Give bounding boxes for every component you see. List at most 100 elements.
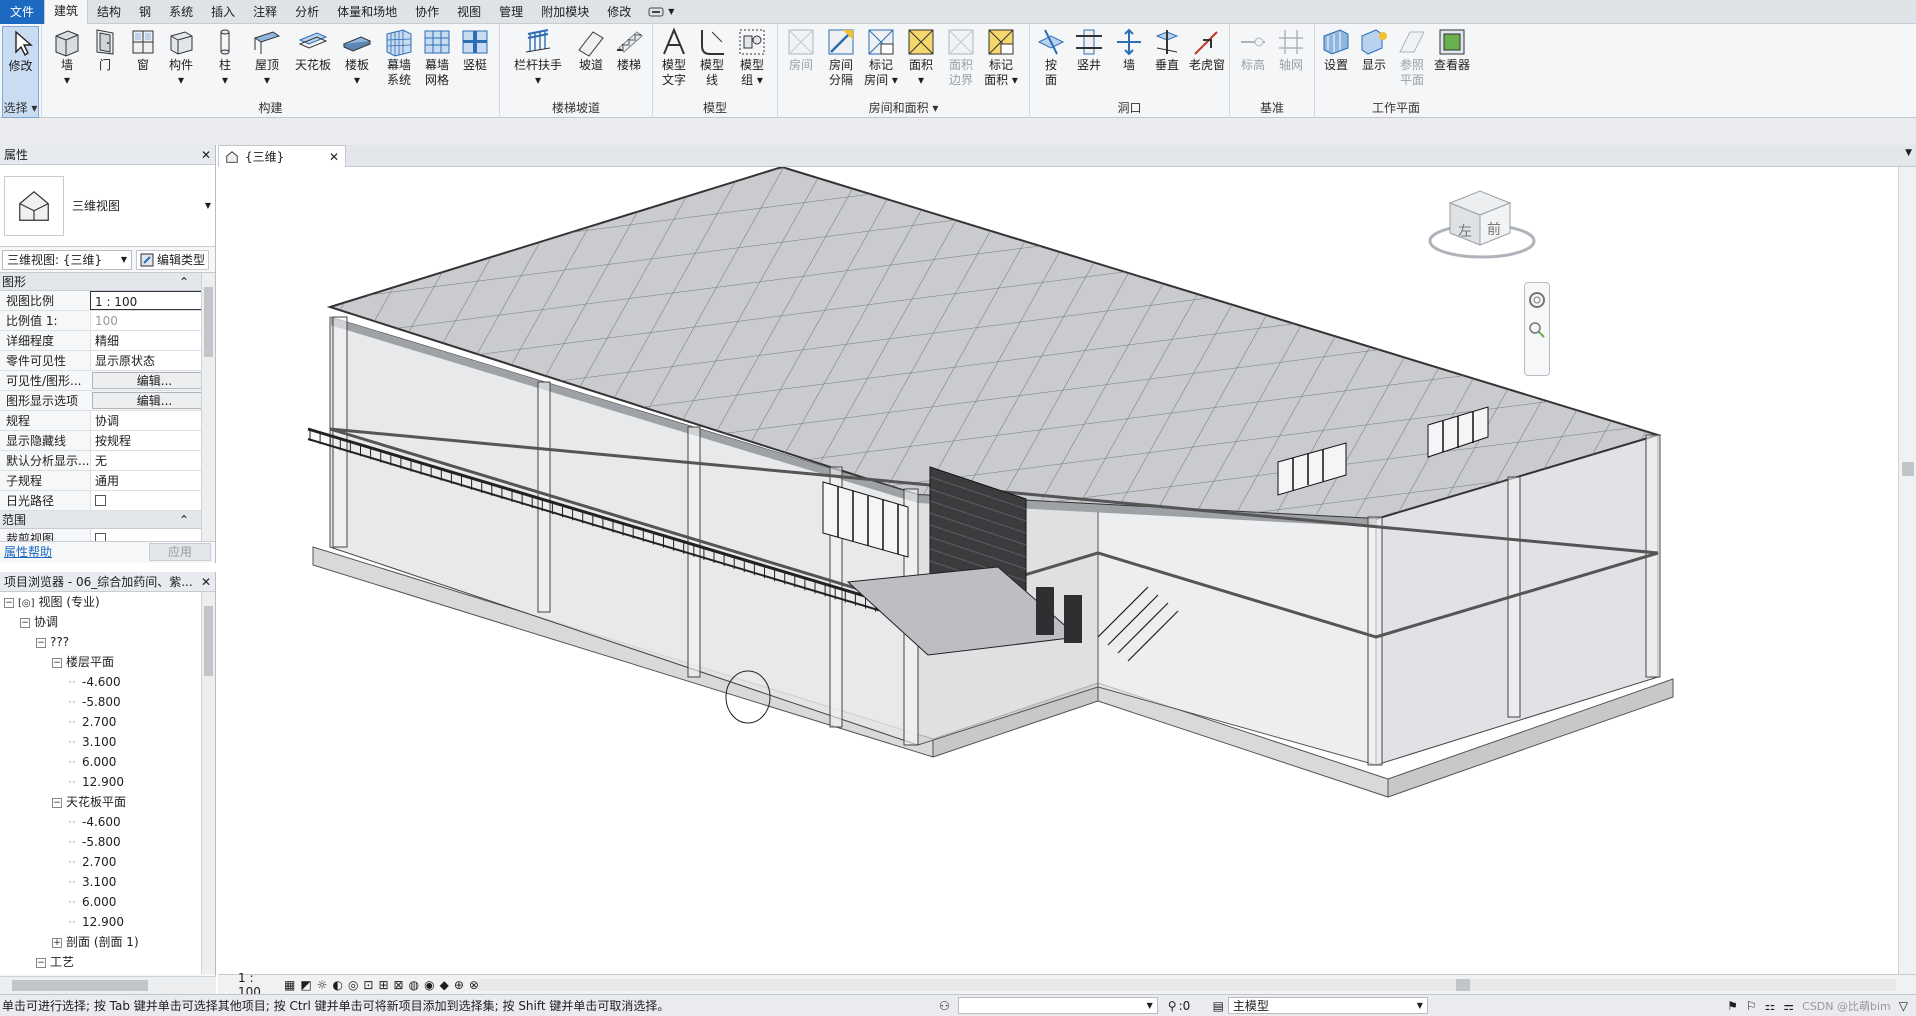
model-line-button[interactable]: 模型 线 <box>693 26 731 88</box>
component-button[interactable]: 构件 ▾ <box>162 26 200 88</box>
area-button[interactable]: 面积 ▾ <box>902 26 940 88</box>
close-icon[interactable]: ✕ <box>329 150 339 164</box>
wall-opening-button[interactable]: 墙 <box>1110 26 1148 73</box>
menu-collaborate[interactable]: 协作 <box>406 0 448 24</box>
browser-tree-node[interactable]: ·· -4.600 <box>0 812 215 832</box>
filter-icon[interactable]: ⚲ <box>1168 999 1177 1013</box>
dormer-button[interactable]: 老虎窗 <box>1188 26 1226 73</box>
property-row[interactable]: 显示隐藏线 按规程 <box>0 431 215 451</box>
model-text-button[interactable]: 模型 文字 <box>655 26 693 88</box>
select-by-face-icon[interactable]: ⚎ <box>1783 999 1794 1013</box>
select-pinned-icon[interactable]: ⚏ <box>1765 999 1776 1013</box>
menu-addins[interactable]: 附加模块 <box>532 0 598 24</box>
expand-icon[interactable]: + <box>52 937 62 948</box>
properties-help-link[interactable]: 属性帮助 <box>4 543 52 560</box>
menu-insert[interactable]: 插入 <box>202 0 244 24</box>
worksets-icon[interactable]: ⚇ <box>939 999 950 1013</box>
shaft-button[interactable]: 竖井 <box>1070 26 1108 73</box>
menu-massing-site[interactable]: 体量和场地 <box>328 0 406 24</box>
menu-architecture[interactable]: 建筑 <box>44 0 89 24</box>
browser-tree-node[interactable]: − 工艺 <box>0 952 215 972</box>
menu-analyze[interactable]: 分析 <box>286 0 328 24</box>
curtain-system-button[interactable]: 幕墙 系统 <box>380 26 418 88</box>
temp-view-props-icon[interactable]: ◆ <box>440 978 449 992</box>
room-button[interactable]: 房间 <box>782 26 820 73</box>
menu-structure[interactable]: 结构 <box>88 0 130 24</box>
browser-tree-node[interactable]: ·· 6.000 <box>0 752 215 772</box>
curtain-grid-button[interactable]: 幕墙 网格 <box>418 26 456 88</box>
viewer-button[interactable]: 查看器 <box>1433 26 1471 73</box>
crop-view-icon[interactable]: ⊡ <box>363 978 373 992</box>
collapse-icon[interactable]: − <box>52 657 62 668</box>
collapse-icon[interactable]: − <box>4 597 14 608</box>
temp-hide-icon[interactable]: ◍ <box>409 978 419 992</box>
property-value[interactable]: 显示原状态 <box>90 351 215 370</box>
menu-manage[interactable]: 管理 <box>490 0 532 24</box>
browser-scrollbar[interactable] <box>201 592 215 974</box>
stair-button[interactable]: 楼梯 <box>610 26 648 73</box>
area-boundary-button[interactable]: 面积 边界 <box>942 26 980 88</box>
sun-path-icon[interactable]: ☼ <box>317 978 328 992</box>
menu-steel[interactable]: 钢 <box>130 0 160 24</box>
property-value[interactable]: 按规程 <box>90 431 215 450</box>
property-row[interactable]: 裁剪视图 <box>0 529 215 541</box>
collapse-icon[interactable]: − <box>36 637 46 648</box>
property-row[interactable]: 详细程度 精细 <box>0 331 215 351</box>
workset-selector[interactable]: ▼ <box>957 997 1158 1014</box>
property-row[interactable]: 视图比例 1 : 100 <box>0 291 215 311</box>
collapse-icon[interactable]: − <box>52 797 62 808</box>
collapse-icon[interactable]: − <box>20 617 30 628</box>
viewport-hscrollbar[interactable] <box>478 979 1896 991</box>
scroll-thumb[interactable] <box>1902 462 1914 476</box>
checkbox[interactable] <box>95 495 106 506</box>
visual-style-icon[interactable]: ◩ <box>300 978 311 992</box>
view-cube[interactable]: 左 前 <box>1424 183 1542 263</box>
scroll-thumb[interactable] <box>12 980 148 991</box>
view-cube-left[interactable]: 左 <box>1458 221 1472 241</box>
browser-tree-node[interactable]: ·· -4.600 <box>0 672 215 692</box>
design-options-icon[interactable]: ▤ <box>1213 999 1224 1013</box>
shadows-icon[interactable]: ◐ <box>332 978 342 992</box>
design-option-selector[interactable]: 主模型 ▼ <box>1227 997 1428 1014</box>
show-crop-icon[interactable]: ⊞ <box>378 978 388 992</box>
browser-tree-node[interactable]: − 楼层平面 <box>0 652 215 672</box>
grid-button[interactable]: 轴网 <box>1272 26 1310 73</box>
browser-tree-node[interactable]: ·· 3.100 <box>0 872 215 892</box>
collapse-icon[interactable]: − <box>36 957 46 968</box>
browser-tree-node[interactable]: ·· 2.700 <box>0 712 215 732</box>
property-row[interactable]: 子规程 通用 <box>0 471 215 491</box>
scroll-thumb[interactable] <box>204 287 213 357</box>
section-extents[interactable]: 范围 ⌃ <box>0 511 215 529</box>
menu-annotate[interactable]: 注释 <box>244 0 286 24</box>
room-area-group-label[interactable]: 房间和面积 ▾ <box>778 99 1029 116</box>
property-value[interactable]: 通用 <box>90 471 215 490</box>
property-checkbox[interactable] <box>90 491 215 510</box>
property-row[interactable]: 比例值 1: 100 <box>0 311 215 331</box>
properties-scrollbar[interactable] <box>201 273 215 541</box>
close-icon[interactable]: ✕ <box>201 575 211 589</box>
select-underlay-icon[interactable]: ⚐ <box>1746 999 1757 1013</box>
browser-tree-node[interactable]: − [◎] 视图 (专业) <box>0 592 215 612</box>
view-selector[interactable]: 三维视图: {三维} ▼ <box>2 249 132 270</box>
door-button[interactable]: 门 <box>86 26 124 73</box>
apply-button[interactable]: 应用 <box>148 542 211 561</box>
view-cube-front[interactable]: 前 <box>1487 219 1501 239</box>
lock-3d-icon[interactable]: ⊠ <box>394 978 404 992</box>
browser-tree-node[interactable]: − 天花板平面 <box>0 792 215 812</box>
3d-viewport[interactable]: 左 前 <box>218 167 1898 974</box>
window-button[interactable]: 窗 <box>124 26 162 73</box>
column-button[interactable]: 柱 ▾ <box>206 26 244 88</box>
browser-tree-node[interactable]: + 剖面 (剖面 1) <box>0 932 215 952</box>
wall-button[interactable]: 墙 ▾ <box>48 26 86 88</box>
property-checkbox[interactable] <box>90 529 215 541</box>
edit-button[interactable]: 编辑... <box>92 372 213 389</box>
checkbox[interactable] <box>95 533 106 541</box>
browser-tree-node[interactable]: ·· 6.000 <box>0 892 215 912</box>
ref-plane-button[interactable]: 参照 平面 <box>1393 26 1431 88</box>
menu-modify[interactable]: 修改 <box>598 0 640 24</box>
select-group-label[interactable]: 选择 ▾ <box>0 99 41 116</box>
browser-tree-node[interactable]: ·· -5.800 <box>0 692 215 712</box>
mullion-button[interactable]: 竖梃 <box>456 26 494 73</box>
show-workplane-button[interactable]: 显示 <box>1355 26 1393 73</box>
vertical-opening-button[interactable]: 垂直 <box>1148 26 1186 73</box>
